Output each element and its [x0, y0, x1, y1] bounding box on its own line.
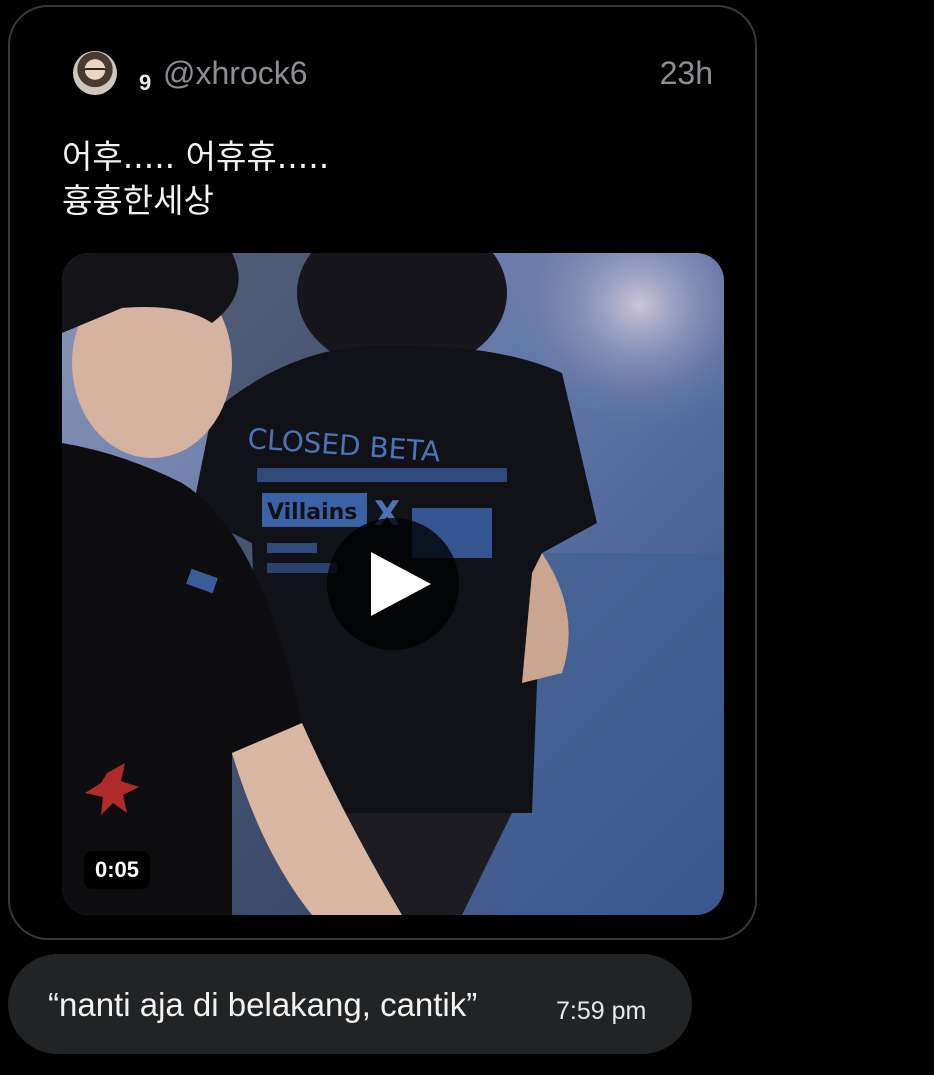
play-button[interactable]: [327, 518, 459, 650]
avatar[interactable]: [73, 51, 117, 95]
quoted-tweet-card[interactable]: 9 @xhrock6 23h 어후..... 어휴휴..... 흉흉한세상 CL…: [8, 5, 757, 940]
message-bubble[interactable]: “nanti aja di belakang, cantik” 7:59 pm: [8, 954, 692, 1054]
tweet-text-line-1: 어후..... 어휴휴.....: [62, 137, 330, 176]
message-time: 7:59 pm: [556, 997, 647, 1025]
tweet-header: 9 @xhrock6 23h: [62, 47, 713, 107]
video-duration: 0:05: [84, 851, 151, 889]
play-icon: [371, 552, 431, 616]
tweet-timestamp[interactable]: 23h: [660, 55, 713, 92]
message-text: “nanti aja di belakang, cantik”: [48, 986, 478, 1023]
tweet-text-line-2: 흉흉한세상: [62, 181, 214, 220]
shirt-print-2: Villains: [267, 500, 357, 525]
video-thumbnail[interactable]: CLOSED BETA Villains X 0:05: [62, 253, 724, 915]
tweet-text: 어후..... 어휴휴..... 흉흉한세상: [62, 135, 702, 223]
avatar-glasses-icon: [83, 68, 107, 76]
user-handle[interactable]: @xhrock6: [163, 55, 308, 92]
display-name[interactable]: 9: [139, 70, 151, 96]
